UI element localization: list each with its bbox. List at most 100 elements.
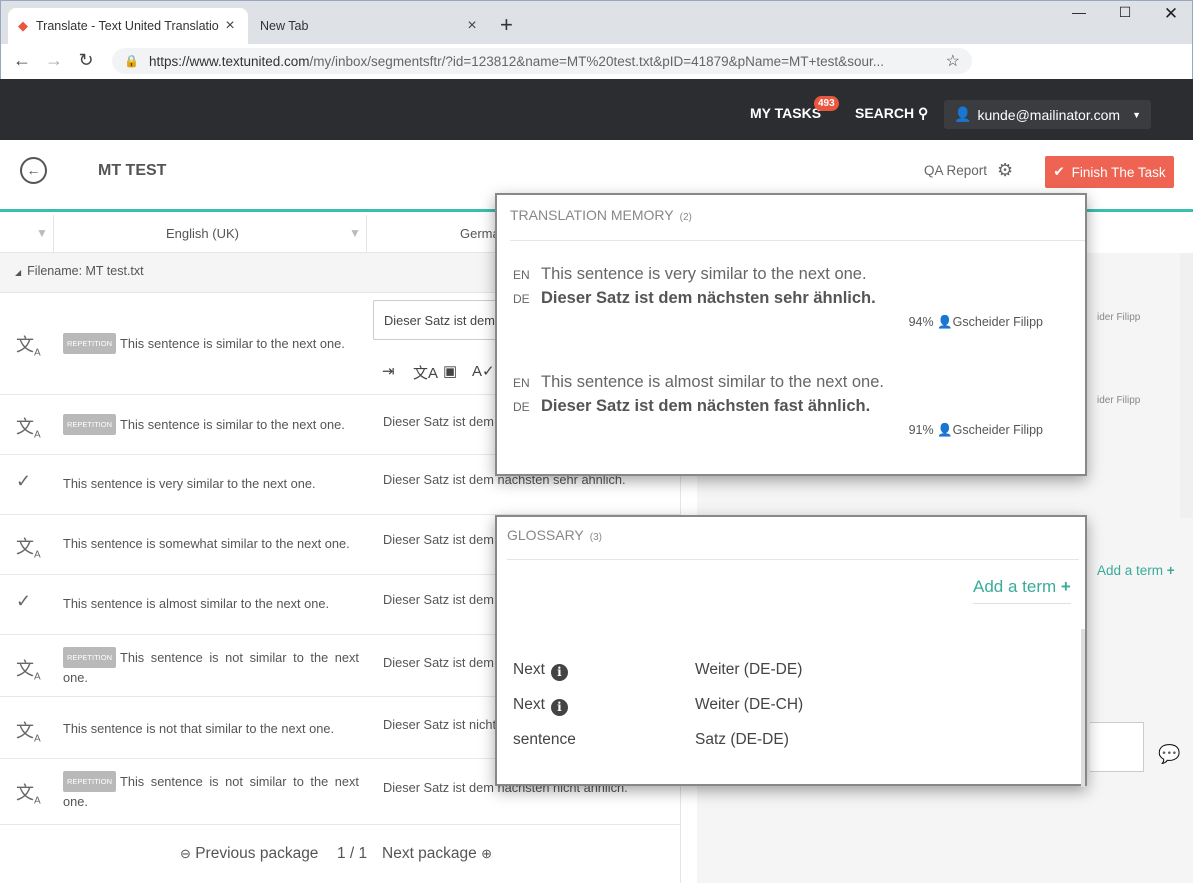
plus-icon: + (1060, 577, 1071, 596)
user-email: kunde@mailinator.com (977, 106, 1121, 123)
bookmark-star-icon[interactable]: ☆ (946, 51, 960, 71)
repetition-badge: REPETITION (63, 647, 117, 668)
arrow-left-circle-icon: ⊖ (180, 846, 191, 861)
segment-source: This sentence is not that similar to the… (63, 721, 335, 736)
file-name: ◢ Filename: MT test.txt (15, 264, 144, 278)
divider (510, 240, 1085, 241)
confirmed-check-icon: ✓ (16, 591, 32, 611)
glossary-translation: Satz (DE-DE) (695, 731, 789, 748)
tm-match[interactable]: EN This sentence is very similar to the n… (513, 265, 1073, 335)
add-term-label: Add a term (973, 577, 1057, 596)
minimize-window-icon[interactable]: — (1056, 4, 1102, 28)
search-link[interactable]: SEARCH ⚲ (855, 105, 928, 122)
target-lang: DE (513, 292, 530, 306)
segment-source: This sentence is almost similar to the n… (63, 596, 330, 611)
image-icon[interactable]: ▣ (443, 362, 457, 380)
segment-source: This sentence is similar to the next one… (120, 417, 345, 432)
source-lang: EN (513, 376, 530, 390)
task-title: MT TEST (98, 162, 167, 179)
source-column-header: English (UK) (166, 226, 239, 241)
glossary-term: Next (513, 661, 545, 678)
arrow-right-circle-icon: ⊕ (481, 846, 492, 861)
tab-title: New Tab (260, 19, 309, 33)
page-indicator: 1 / 1 (337, 845, 368, 862)
glossary-count: (3) (589, 532, 603, 543)
next-package-link[interactable]: Next package ⊕ (382, 845, 492, 863)
translation-memory-panel: TRANSLATION MEMORY (2) EN This sentence is… (495, 193, 1087, 476)
glossary-term: Next (513, 696, 545, 713)
spellcheck-icon[interactable]: A✓ (472, 362, 495, 380)
url-host: https://www.textunited.com (148, 53, 310, 69)
segment-source: This sentence is similar to the next one… (120, 336, 345, 351)
close-tab-icon[interactable]: × (464, 17, 480, 35)
previous-package-label: Previous package (195, 845, 319, 862)
source-lang: EN (513, 268, 530, 282)
repetition-badge: REPETITION (63, 414, 117, 435)
finish-label: Finish The Task (1071, 164, 1166, 180)
glossary-translation: Weiter (DE-DE) (695, 661, 803, 678)
target-lang: DE (513, 400, 530, 414)
previous-package-link[interactable]: ⊖ Previous package (180, 845, 318, 863)
tm-score: 94% (908, 315, 934, 329)
maximize-window-icon[interactable]: ☐ (1102, 4, 1148, 28)
caret-down-icon: ▼ (1132, 109, 1141, 120)
url-path: /my/inbox/segmentsftr/?id=123812&name=MT… (309, 53, 884, 69)
tm-source: This sentence is very similar to the nex… (541, 265, 867, 283)
info-icon[interactable]: i (550, 664, 568, 681)
machine-translation-icon: 文A (16, 721, 41, 745)
url-field[interactable]: 🔒 https://www.textunited.com/my/inbox/se… (112, 48, 972, 74)
collapse-icon: ◢ (15, 268, 22, 277)
gear-icon[interactable]: ⚙ (997, 160, 1013, 181)
glossary-scrollbar[interactable] (1081, 629, 1085, 787)
back-circle-icon[interactable]: ← (20, 157, 47, 184)
add-term-label: Add a term (1097, 563, 1164, 578)
tm-source: This sentence is almost similar to the n… (541, 373, 884, 391)
finish-task-button[interactable]: ✔ Finish The Task (1045, 156, 1174, 188)
browser-tab-active[interactable]: ◆ Translate - Text United Translatio × (8, 8, 248, 44)
user-icon: 👤 (937, 423, 953, 437)
search-icon: ⚲ (918, 105, 929, 121)
reload-icon[interactable]: ↻ (74, 50, 98, 71)
forward-arrow-icon[interactable]: → (42, 50, 66, 71)
segment-source: This sentence is very similar to the nex… (63, 476, 316, 491)
info-icon[interactable]: i (550, 699, 568, 716)
back-arrow-icon[interactable]: ← (10, 50, 34, 71)
confirmed-check-icon: ✓ (16, 471, 32, 491)
repetition-badge: REPETITION (63, 333, 117, 354)
textunited-favicon-icon: ◆ (18, 18, 28, 33)
search-label: SEARCH (855, 105, 915, 121)
target-column-header: Germa (460, 226, 500, 241)
check-icon: ✔ (1053, 164, 1065, 179)
tab-title: Translate - Text United Translatio (36, 19, 219, 33)
add-term-link[interactable]: Add a term + (1097, 563, 1175, 578)
next-package-label: Next package (382, 845, 477, 862)
my-tasks-link[interactable]: MY TASKS (750, 105, 821, 121)
comments-icon[interactable]: 💬 (1158, 744, 1180, 765)
close-tab-icon[interactable]: × (222, 17, 238, 35)
comment-input[interactable] (1090, 722, 1144, 772)
hidden-author: ider Filipp (1097, 395, 1141, 406)
qa-report-link[interactable]: QA Report (924, 163, 987, 178)
user-menu[interactable]: 👤 kunde@mailinator.com ▼ (944, 100, 1151, 129)
user-icon: 👤 (937, 315, 953, 329)
user-icon: 👤 (954, 106, 972, 122)
side-panel-scrollbar[interactable] (1180, 253, 1193, 518)
tm-title: TRANSLATION MEMORY (510, 207, 674, 223)
machine-translate-icon[interactable]: 文A (413, 362, 438, 383)
column-divider (53, 215, 54, 253)
filter-icon[interactable]: ▼ (349, 226, 361, 240)
insert-source-icon[interactable]: ⇥ (382, 362, 395, 380)
segment-source: This sentence is somewhat similar to the… (63, 536, 350, 551)
repetition-badge: REPETITION (63, 771, 117, 792)
add-term-link[interactable]: Add a term + (973, 577, 1071, 604)
tm-score: 91% (908, 423, 934, 437)
browser-tab-new[interactable]: New Tab × (250, 8, 490, 44)
lock-icon: 🔒 (124, 54, 139, 68)
tm-author: Gscheider Filipp (952, 423, 1043, 437)
plus-icon: + (1166, 563, 1175, 578)
close-window-icon[interactable]: ✕ (1148, 4, 1193, 28)
new-tab-plus-icon[interactable]: + (500, 12, 513, 38)
filter-icon[interactable]: ▼ (36, 226, 48, 240)
tm-match[interactable]: EN This sentence is almost similar to the… (513, 373, 1073, 443)
file-name-label: Filename: MT test.txt (27, 264, 144, 278)
